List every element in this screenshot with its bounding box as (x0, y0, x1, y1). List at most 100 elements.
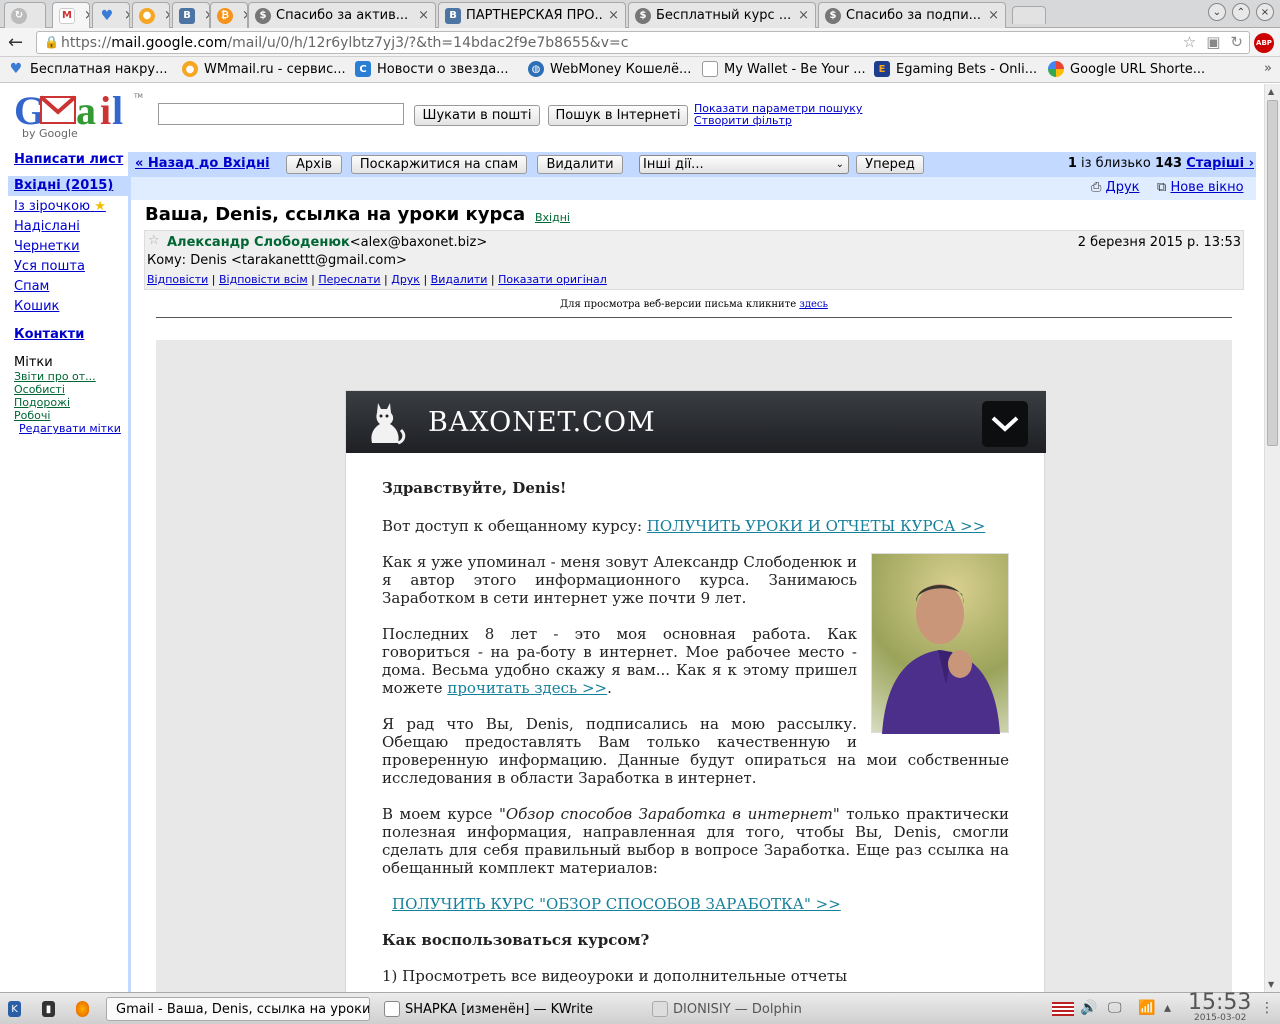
web-version-link[interactable]: здесь (799, 299, 828, 310)
page-scrollbar[interactable]: ▲ ▼ (1264, 84, 1280, 992)
tab-vk[interactable]: В× (172, 2, 210, 28)
taskbar-window-browser[interactable]: Gmail - Ваша, Denis, ссылка на уроки (106, 997, 370, 1021)
address-bar[interactable]: 🔒 https://mail.google.com/mail/u/0/h/12r… (36, 31, 1250, 54)
bookmark-item[interactable]: ● WMmail.ru - сервис... (182, 61, 346, 77)
search-web-button[interactable]: Пошук в Інтернеті (548, 105, 688, 126)
bookmark-item[interactable]: ◍ WebMoney Кошелё... (528, 61, 691, 77)
url-prefix: https:// (61, 34, 112, 51)
get-course-link[interactable]: ПОЛУЧИТЬ КУРС "ОБЗОР СПОСОБОВ ЗАРАБОТКА"… (392, 895, 841, 913)
tab-gmail[interactable]: M× (52, 2, 90, 28)
kde-menu-button[interactable]: K (4, 997, 30, 1021)
new-window-link[interactable]: ⧉ Нове вікно (1157, 180, 1244, 195)
search-input[interactable] (158, 103, 404, 125)
create-filter-link[interactable]: Створити фільтр (694, 114, 792, 127)
tab-reload[interactable]: ↻ (4, 2, 46, 28)
report-spam-button[interactable]: Поскаржитися на спам (351, 155, 527, 174)
adblock-icon[interactable]: ABP (1254, 33, 1274, 53)
get-lessons-link[interactable]: ПОЛУЧИТЬ УРОКИ И ОТЧЕТЫ КУРСА >> (647, 517, 986, 535)
print-message-link[interactable]: Друк (391, 273, 420, 286)
chevron-down-icon[interactable]: ⌄ (1208, 3, 1226, 21)
reply-all-link[interactable]: Відповісти всім (219, 273, 308, 286)
scroll-down-icon[interactable]: ▼ (1268, 980, 1274, 989)
compose-link[interactable]: Написати лист (14, 152, 123, 167)
tab-heart[interactable]: ♥× (92, 2, 130, 28)
forward-link[interactable]: Переслати (318, 273, 380, 286)
close-icon[interactable]: × (84, 8, 89, 23)
close-icon[interactable]: × (798, 8, 809, 23)
display-icon[interactable]: 🖵 (1108, 1000, 1122, 1016)
close-icon[interactable]: × (1256, 3, 1274, 21)
close-icon[interactable]: × (608, 8, 619, 23)
heart-icon: ♥ (100, 7, 114, 24)
more-actions-select[interactable]: Інші дії... ⌄ (639, 155, 849, 174)
older-link[interactable]: Старіші › (1186, 156, 1254, 171)
taskbar-grip-icon[interactable]: ⋮ (1260, 1000, 1274, 1016)
terminal-launcher[interactable]: ▮ (38, 997, 64, 1021)
delete-message-link[interactable]: Видалити (431, 273, 488, 286)
reload-icon[interactable]: ↻ (1230, 33, 1243, 51)
label-item[interactable]: Звіти про от... (14, 370, 96, 383)
menu-toggle-button[interactable] (982, 401, 1028, 447)
close-icon[interactable]: × (418, 8, 429, 23)
nav-item-all-mail[interactable]: Уся пошта (14, 259, 85, 274)
volume-icon[interactable]: 🔊 (1080, 1000, 1097, 1016)
print-link[interactable]: ⎙ Друк (1091, 180, 1140, 195)
chevron-down-icon (991, 416, 1019, 432)
bookmark-item[interactable]: My Wallet - Be Your ... (702, 61, 866, 77)
page-action-icon[interactable]: ▣ (1206, 33, 1220, 51)
tab-bitcoin[interactable]: ₿× (210, 2, 248, 28)
forward-nav-button[interactable]: Уперед (856, 155, 924, 174)
read-here-link[interactable]: прочитать здесь >> (447, 679, 607, 697)
bookmark-item[interactable]: E Egaming Bets - Onli... (874, 61, 1037, 77)
back-to-inbox-link[interactable]: « Назад до Вхідні (135, 156, 270, 171)
kde-icon: K (8, 1001, 21, 1017)
new-tab-button[interactable] (1012, 6, 1046, 24)
scroll-up-icon[interactable]: ▲ (1268, 87, 1274, 96)
star-icon[interactable]: ☆ (148, 233, 160, 248)
nav-item-trash[interactable]: Кошик (14, 299, 59, 314)
nav-item-starred[interactable]: Із зірочкою ★ (14, 199, 106, 214)
close-icon[interactable]: × (124, 8, 129, 23)
taskbar-window-kwrite[interactable]: SHAPKA [изменён] — KWrite (380, 997, 638, 1021)
clock-time[interactable]: 15:53 (1188, 990, 1251, 1015)
close-icon[interactable]: × (988, 8, 999, 23)
nav-item-drafts[interactable]: Чернетки (14, 239, 80, 254)
back-arrow-icon[interactable]: ← (8, 32, 23, 53)
tab-page-3[interactable]: $ Бесплатный курс ... × (628, 2, 816, 28)
message-action-bar: « Назад до Вхідні Архів Поскаржитися на … (131, 152, 1256, 177)
bookmarks-overflow-icon[interactable]: » (1264, 61, 1272, 76)
archive-button[interactable]: Архів (286, 155, 342, 174)
contacts-link[interactable]: Контакти (14, 327, 84, 342)
bookmark-item[interactable]: Google URL Shorte... (1048, 61, 1205, 77)
label-item[interactable]: Особисті (14, 383, 65, 396)
tab-page-2[interactable]: В ПАРТНЕРСКАЯ ПРО... × (438, 2, 626, 28)
scrollbar-thumb[interactable] (1267, 100, 1278, 446)
us-flag-icon[interactable] (1052, 1002, 1074, 1016)
bookmark-item[interactable]: ♥ Бесплатная накру... (8, 61, 168, 77)
subject-label-tag[interactable]: Вхідні (535, 211, 570, 224)
tray-arrow-icon[interactable]: ▴ (1164, 1000, 1171, 1016)
show-original-link[interactable]: Показати оригінал (498, 273, 607, 286)
close-icon[interactable]: × (164, 8, 169, 23)
tab-coin[interactable]: ●× (132, 2, 170, 28)
delete-button[interactable]: Видалити (537, 155, 623, 174)
bookmark-star-icon[interactable]: ☆ (1183, 33, 1196, 51)
nav-item-spam[interactable]: Спам (14, 279, 49, 294)
nav-item-inbox[interactable]: Вхідні (2015) (8, 176, 128, 196)
svg-text:l: l (112, 88, 123, 133)
new-window-icon: ⧉ (1157, 180, 1167, 195)
edit-labels-link[interactable]: Редагувати мітки (19, 422, 121, 435)
taskbar-window-dolphin[interactable]: DIONISIY — Dolphin (648, 997, 906, 1021)
search-mail-button[interactable]: Шукати в пошті (414, 105, 540, 126)
maximize-icon[interactable]: ⌃ (1232, 3, 1250, 21)
tab-page-1[interactable]: $ Спасибо за актив... × (248, 2, 436, 28)
nav-item-sent[interactable]: Надіслані (14, 219, 80, 234)
firefox-launcher[interactable] (72, 997, 98, 1021)
vk-icon: В (179, 7, 195, 24)
wifi-icon[interactable]: 📶 (1138, 1000, 1155, 1016)
label-item[interactable]: Подорожі (14, 396, 70, 409)
bookmark-item[interactable]: C Новости о звезда... (355, 61, 509, 77)
tab-page-4[interactable]: $ Спасибо за подпи... × (818, 2, 1006, 28)
label-item[interactable]: Робочі (14, 409, 50, 422)
reply-link[interactable]: Відповісти (147, 273, 208, 286)
